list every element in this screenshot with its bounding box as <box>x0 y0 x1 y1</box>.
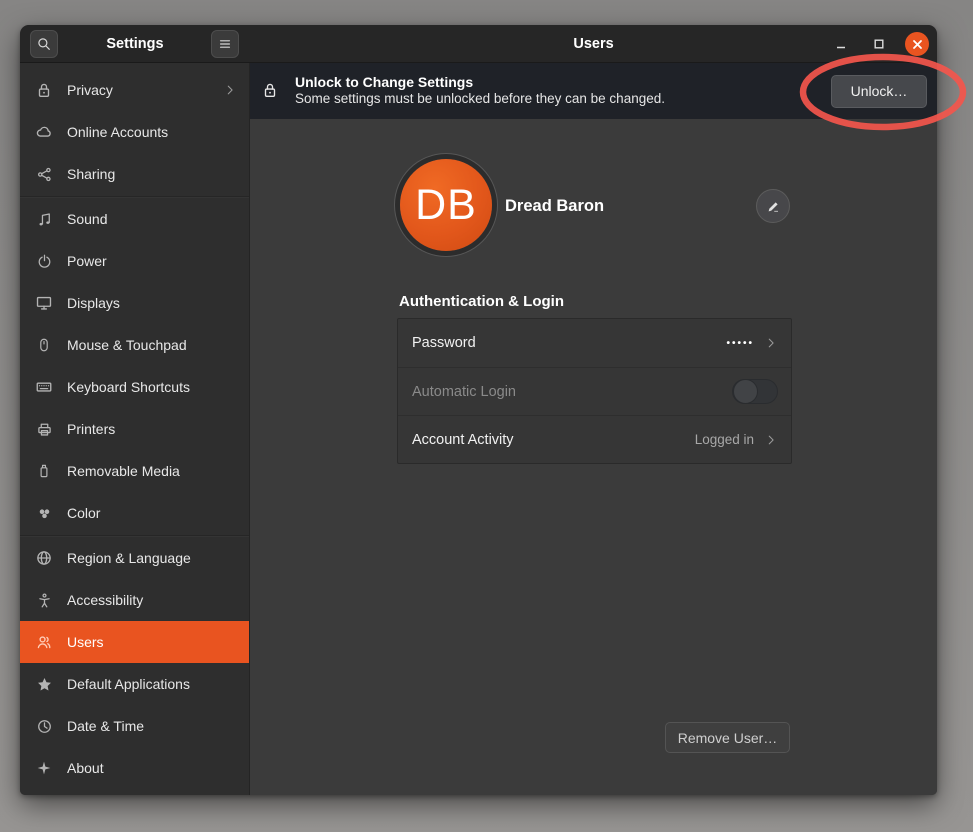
sidebar-item-default-applications[interactable]: Default Applications <box>20 663 249 705</box>
row-label: Automatic Login <box>412 384 722 400</box>
sidebar-item-label: Online Accounts <box>67 124 237 140</box>
sidebar-item-color[interactable]: Color <box>20 492 249 534</box>
sidebar-item-label: Default Applications <box>67 676 237 692</box>
users-panel: DB Dread Baron Authentication & Login Pa… <box>250 119 937 795</box>
globe-icon <box>34 548 54 568</box>
unlock-banner: Unlock to Change Settings Some settings … <box>250 63 937 119</box>
sidebar-item-removable-media[interactable]: Removable Media <box>20 450 249 492</box>
user-name: Dread Baron <box>505 197 604 216</box>
sidebar-item-users[interactable]: Users <box>20 621 249 663</box>
sidebar-item-date-time[interactable]: Date & Time <box>20 705 249 747</box>
row-value: Logged in <box>695 432 754 447</box>
printer-icon <box>34 419 54 439</box>
sidebar-item-printers[interactable]: Printers <box>20 408 249 450</box>
close-button[interactable] <box>905 32 929 56</box>
sidebar-item-sharing[interactable]: Sharing <box>20 153 249 195</box>
minimize-button[interactable] <box>829 32 853 56</box>
display-icon <box>34 293 54 313</box>
sidebar-item-label: Power <box>67 253 237 269</box>
sidebar-item-label: Region & Language <box>67 550 237 566</box>
removable-media-icon <box>34 461 54 481</box>
clock-icon <box>34 716 54 736</box>
lock-icon <box>34 80 54 100</box>
sidebar-item-label: Sound <box>67 211 237 227</box>
sidebar-item-label: Displays <box>67 295 237 311</box>
row-value: ••••• <box>726 338 754 349</box>
maximize-button[interactable] <box>867 32 891 56</box>
automatic-login-toggle[interactable] <box>732 379 778 404</box>
sidebar-separator <box>20 196 249 197</box>
sidebar-headerbar: Settings <box>20 25 250 63</box>
users-icon <box>34 632 54 652</box>
sparkle-icon <box>34 758 54 778</box>
sidebar-item-accessibility[interactable]: Accessibility <box>20 579 249 621</box>
sidebar-item-label: About <box>67 760 237 776</box>
lock-icon <box>261 81 281 101</box>
sidebar-item-label: Keyboard Shortcuts <box>67 379 237 395</box>
cloud-icon <box>34 122 54 142</box>
power-icon <box>34 251 54 271</box>
share-icon <box>34 164 54 184</box>
hamburger-menu-icon <box>217 36 233 52</box>
sidebar-item-label: Accessibility <box>67 592 237 608</box>
chevron-right-icon <box>223 83 237 97</box>
sidebar-item-keyboard-shortcuts[interactable]: Keyboard Shortcuts <box>20 366 249 408</box>
accessibility-icon <box>34 590 54 610</box>
sidebar-item-label: Privacy <box>67 82 210 98</box>
edit-name-button[interactable] <box>756 189 790 223</box>
banner-text: Unlock to Change Settings Some settings … <box>295 74 817 108</box>
sidebar-item-region-language[interactable]: Region & Language <box>20 537 249 579</box>
music-note-icon <box>34 209 54 229</box>
banner-title: Unlock to Change Settings <box>295 74 817 92</box>
pencil-icon <box>766 199 781 214</box>
sidebar-item-online-accounts[interactable]: Online Accounts <box>20 111 249 153</box>
auth-row-password[interactable]: Password ••••• <box>398 319 791 367</box>
auth-row-account-activity[interactable]: Account Activity Logged in <box>398 415 791 463</box>
window-controls <box>829 25 929 63</box>
sidebar-item-label: Removable Media <box>67 463 237 479</box>
user-avatar[interactable]: DB <box>400 159 492 251</box>
row-label: Account Activity <box>412 432 685 448</box>
settings-window: Settings Users Privacy Online Accounts Sha… <box>20 25 937 795</box>
sidebar-item-label: Date & Time <box>67 718 237 734</box>
chevron-right-icon <box>764 336 778 350</box>
mouse-icon <box>34 335 54 355</box>
sidebar-item-label: Sharing <box>67 166 237 182</box>
toggle-knob <box>733 379 758 404</box>
star-icon <box>34 674 54 694</box>
remove-user-button[interactable]: Remove User… <box>665 722 790 753</box>
headerbar: Settings Users <box>20 25 937 63</box>
auth-section-heading: Authentication & Login <box>399 293 564 310</box>
sidebar-item-label: Color <box>67 505 237 521</box>
sidebar-item-about[interactable]: About <box>20 747 249 789</box>
sidebar-item-displays[interactable]: Displays <box>20 282 249 324</box>
sidebar-separator <box>20 535 249 536</box>
color-icon <box>34 503 54 523</box>
auth-list: Password ••••• Automatic Login Account Acti… <box>397 318 792 464</box>
sidebar-item-label: Users <box>67 634 237 650</box>
chevron-right-icon <box>764 433 778 447</box>
sidebar-item-mouse-touchpad[interactable]: Mouse & Touchpad <box>20 324 249 366</box>
hamburger-menu-button[interactable] <box>211 30 239 58</box>
sidebar-item-sound[interactable]: Sound <box>20 198 249 240</box>
row-label: Password <box>412 335 716 351</box>
auth-row-automatic-login[interactable]: Automatic Login <box>398 367 791 415</box>
sidebar: Privacy Online Accounts Sharing Sound Power D… <box>20 63 250 795</box>
sidebar-item-power[interactable]: Power <box>20 240 249 282</box>
banner-subtitle: Some settings must be unlocked before th… <box>295 91 817 108</box>
desktop-background: { "sidebar_header": { "title": "Settings… <box>0 0 973 832</box>
unlock-button[interactable]: Unlock… <box>831 75 927 108</box>
content-headerbar: Users <box>250 25 937 63</box>
keyboard-icon <box>34 377 54 397</box>
sidebar-item-label: Printers <box>67 421 237 437</box>
sidebar-item-privacy[interactable]: Privacy <box>20 69 249 111</box>
sidebar-item-label: Mouse & Touchpad <box>67 337 237 353</box>
